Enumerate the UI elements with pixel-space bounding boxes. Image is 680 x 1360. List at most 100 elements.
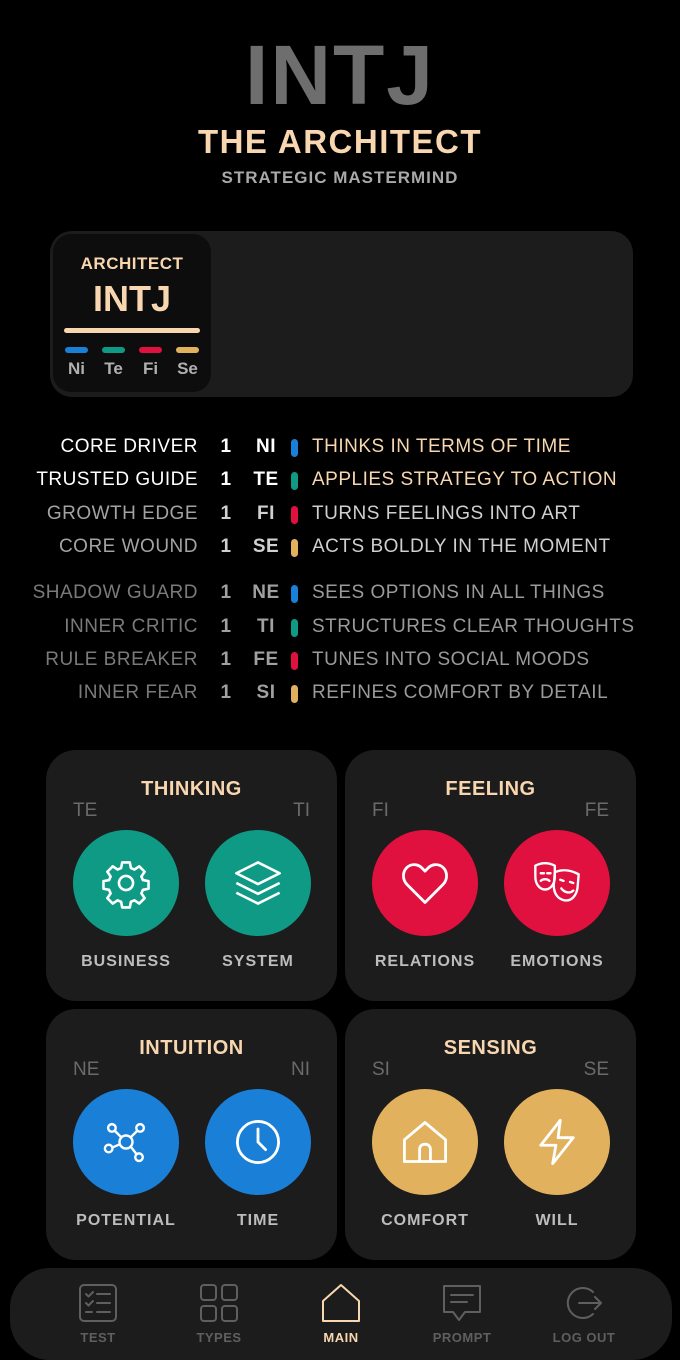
role-function: FE <box>253 649 279 670</box>
potential-button[interactable] <box>73 1089 179 1195</box>
checklist-icon <box>79 1284 117 1322</box>
role-description: APPLIES STRATEGY TO ACTION <box>312 469 618 490</box>
type-subtitle: STRATEGIC MASTERMIND <box>221 168 459 187</box>
role-number: 1 <box>220 582 232 603</box>
quadrant-left-function: TE <box>73 800 98 821</box>
business-button[interactable] <box>73 830 179 936</box>
role-color-marker <box>291 619 298 637</box>
role-description: THINKS IN TERMS OF TIME <box>312 436 571 457</box>
nav-item-main[interactable]: MAIN <box>286 1282 396 1345</box>
badge-function-te: Te <box>102 347 125 379</box>
quadrant-thinking: THINKING TE TI BUSINESS SYSTEM <box>46 750 337 1001</box>
function-color-bar <box>65 347 88 353</box>
role-row-shadow-guard: SHADOW GUARD 1 NE SEES OPTIONS IN ALL TH… <box>0 582 680 606</box>
heart-icon <box>402 863 448 904</box>
system-button[interactable] <box>205 830 311 936</box>
quadrant-title: INTUITION <box>139 1037 244 1059</box>
emotions-label: EMOTIONS <box>510 953 604 970</box>
quadrant-title: SENSING <box>443 1037 538 1059</box>
role-function: SE <box>252 536 280 557</box>
quadrant-left-function: SI <box>372 1059 390 1080</box>
role-name: RULE BREAKER <box>45 649 198 670</box>
comfort-label: COMFORT <box>381 1212 469 1229</box>
type-card: ARCHITECT INTJ Ni Te Fi Se <box>50 231 633 397</box>
type-code: INTJ <box>244 28 436 122</box>
type-header: INTJ THE ARCHITECT STRATEGIC MASTERMIND <box>0 30 680 188</box>
role-description: SEES OPTIONS IN ALL THINGS <box>312 582 605 603</box>
quadrant-right-function: SE <box>583 1059 609 1080</box>
role-number: 1 <box>220 616 232 637</box>
role-name: SHADOW GUARD <box>32 582 198 603</box>
role-name: TRUSTED GUIDE <box>36 469 198 490</box>
nav-label: TEST <box>80 1330 116 1345</box>
gear-icon <box>102 861 150 909</box>
role-color-marker <box>291 585 298 603</box>
function-color-bar <box>139 347 162 353</box>
quadrant-title: FEELING <box>445 778 536 800</box>
theater-masks-icon <box>534 862 580 902</box>
will-label: WILL <box>535 1212 579 1229</box>
nav-item-prompt[interactable]: PROMPT <box>407 1282 517 1345</box>
quadrant-intuition: INTUITION NE NI POTENTIAL TIME <box>46 1009 337 1260</box>
nav-item-log-out[interactable]: LOG OUT <box>529 1282 639 1345</box>
role-row-rule-breaker: RULE BREAKER 1 FE TUNES INTO SOCIAL MOOD… <box>0 649 680 673</box>
role-row-inner-critic: INNER CRITIC 1 TI STRUCTURES CLEAR THOUG… <box>0 616 680 640</box>
will-button[interactable] <box>504 1089 610 1195</box>
role-row-inner-fear: INNER FEAR 1 SI REFINES COMFORT BY DETAI… <box>0 682 680 706</box>
relations-label: RELATIONS <box>374 953 476 970</box>
role-number: 1 <box>220 436 232 457</box>
role-number: 1 <box>220 469 232 490</box>
role-description: TURNS FEELINGS INTO ART <box>312 503 581 524</box>
badge-function-se: Se <box>176 347 199 379</box>
role-color-marker <box>291 652 298 670</box>
nav-label: MAIN <box>323 1330 359 1345</box>
quadrant-left-function: FI <box>372 800 389 821</box>
system-label: SYSTEM <box>222 953 294 970</box>
quadrant-feeling: FEELING FI FE RELATIONS EMOTIONS <box>345 750 636 1001</box>
lightning-icon <box>539 1118 575 1166</box>
badge-functions: Ni Te Fi Se <box>53 347 211 379</box>
function-color-bar <box>102 347 125 353</box>
role-number: 1 <box>220 649 232 670</box>
role-function: NE <box>252 582 280 603</box>
business-label: BUSINESS <box>81 953 171 970</box>
role-description: TUNES INTO SOCIAL MOODS <box>312 649 590 670</box>
emotions-button[interactable] <box>504 830 610 936</box>
role-description: ACTS BOLDLY IN THE MOMENT <box>312 536 611 557</box>
role-color-marker <box>291 685 298 703</box>
nav-item-test[interactable]: TEST <box>43 1282 153 1345</box>
comfort-button[interactable] <box>372 1089 478 1195</box>
relations-button[interactable] <box>372 830 478 936</box>
role-function: FI <box>257 503 275 524</box>
role-number: 1 <box>220 536 232 557</box>
badge-underline <box>64 328 200 333</box>
chat-icon <box>443 1285 481 1321</box>
nav-label: PROMPT <box>432 1330 492 1345</box>
time-button[interactable] <box>205 1089 311 1195</box>
logout-icon <box>566 1287 602 1319</box>
type-badge: ARCHITECT INTJ Ni Te Fi Se <box>53 234 211 392</box>
time-label: TIME <box>236 1212 280 1229</box>
role-number: 1 <box>220 503 232 524</box>
nav-label: LOG OUT <box>552 1330 616 1345</box>
role-color-marker <box>291 506 298 524</box>
role-name: CORE WOUND <box>58 536 198 557</box>
role-function: SI <box>256 682 276 703</box>
function-label: Se <box>177 359 198 378</box>
function-label: Te <box>104 359 123 378</box>
layers-icon <box>235 861 281 905</box>
role-function: TI <box>257 616 275 637</box>
grid-icon <box>200 1284 238 1322</box>
role-row-core-driver: CORE DRIVER 1 NI THINKS IN TERMS OF TIME <box>0 436 680 460</box>
role-name: CORE DRIVER <box>60 436 198 457</box>
role-color-marker <box>291 539 298 557</box>
role-color-marker <box>291 439 298 457</box>
network-icon <box>103 1122 146 1163</box>
quadrant-sensing: SENSING SI SE COMFORT WILL <box>345 1009 636 1260</box>
badge-function-ni: Ni <box>65 347 88 379</box>
clock-icon <box>236 1120 280 1164</box>
quadrant-title: THINKING <box>141 778 242 800</box>
nav-item-types[interactable]: TYPES <box>164 1282 274 1345</box>
function-label: Fi <box>142 359 159 378</box>
bottom-nav: TEST TYPES MAIN PROMPT LOG OUT <box>10 1268 672 1360</box>
